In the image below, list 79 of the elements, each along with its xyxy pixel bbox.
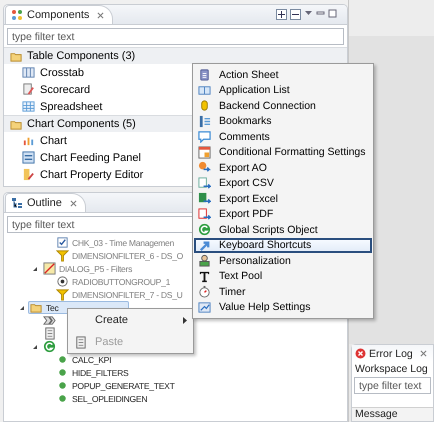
menu-item[interactable]: Backend Connection — [194, 98, 372, 114]
radio-icon — [56, 275, 69, 288]
filter-field[interactable]: type filter text — [354, 377, 431, 394]
workspace-log-label: Workspace Log — [354, 362, 429, 376]
grid-cols-icon — [22, 66, 35, 79]
component-item[interactable]: Chart Property Editor — [4, 166, 144, 183]
expand-arrow-icon[interactable] — [32, 344, 38, 350]
outline-tab[interactable]: Outline — [5, 193, 86, 212]
error-log-tab[interactable]: Error Log — [352, 345, 433, 362]
menu-item[interactable]: Export CSV — [194, 176, 372, 191]
close-icon[interactable] — [97, 12, 104, 18]
close-icon[interactable] — [420, 350, 427, 357]
checkbox-icon — [56, 236, 69, 249]
funnel-icon — [56, 249, 69, 262]
bubble-icon — [198, 130, 211, 144]
component-item[interactable]: Crosstab — [4, 64, 84, 81]
components-tab[interactable]: Components — [5, 5, 114, 24]
column-header[interactable]: Message — [352, 407, 433, 421]
tree-item[interactable]: RADIOBUTTONGROUP_1 — [54, 275, 172, 288]
error-icon — [355, 348, 366, 359]
menu-item[interactable]: Action Sheet — [194, 67, 372, 82]
expand-all-button[interactable] — [276, 9, 287, 20]
shortcut-icon — [198, 238, 211, 252]
person-icon — [198, 254, 211, 268]
component-item[interactable]: Chart Feeding Panel — [4, 149, 141, 166]
filter-field[interactable]: type filter text — [7, 28, 344, 45]
dialog-icon — [43, 262, 56, 275]
collapse-all-button[interactable] — [290, 9, 301, 20]
menu-item[interactable]: Personalization — [194, 253, 372, 268]
menu-item[interactable]: Comments — [194, 129, 372, 144]
group-header[interactable]: Table Components (3) — [4, 47, 347, 64]
component-item[interactable]: Scorecard — [4, 81, 90, 98]
table-icon — [198, 146, 211, 159]
menu-item[interactable]: Text Pool — [194, 268, 372, 284]
tree-item[interactable]: POPUP_GENERATE_TEXT — [54, 379, 177, 392]
clipboard-icon — [198, 68, 211, 82]
palette-icon — [11, 9, 23, 21]
letter-t-icon — [198, 270, 211, 283]
tree-item[interactable]: CHK_03 - Time Managemen — [54, 236, 176, 249]
close-icon[interactable] — [70, 200, 77, 206]
tree-item[interactable]: DIALOG_P5 - Filters — [41, 262, 134, 275]
global-icon — [198, 223, 211, 236]
book-icon — [198, 84, 211, 97]
tree-item[interactable]: DIMENSIONFILTER_7 - DS_U — [54, 288, 185, 301]
document-icon — [43, 327, 56, 340]
tree-item[interactable] — [41, 314, 58, 327]
menu-item[interactable]: Export AO — [194, 160, 372, 176]
menu-item[interactable]: Conditional Formatting Settings — [194, 144, 372, 160]
help-icon — [198, 300, 211, 314]
plus-icon — [278, 11, 285, 18]
component-item[interactable]: Spreadsheet — [4, 98, 102, 115]
export-pdf-icon — [198, 208, 211, 221]
grid-icon — [22, 100, 35, 113]
expand-arrow-icon[interactable] — [19, 304, 25, 310]
editor-icon — [22, 168, 35, 181]
global-icon — [43, 340, 56, 353]
outline-icon — [11, 197, 23, 209]
tree-item[interactable]: SEL_OPLEIDINGEN — [54, 392, 150, 405]
minus-icon — [292, 11, 299, 18]
menu-item[interactable]: Export Excel — [194, 191, 372, 206]
paste-icon — [74, 336, 86, 348]
bookmarks-icon — [198, 114, 211, 128]
menu-item[interactable]: Application List — [194, 82, 372, 98]
menu-item[interactable]: Value Help Settings — [194, 300, 372, 315]
menu-item[interactable]: Timer — [194, 284, 372, 300]
menu-item[interactable]: Keyboard Shortcuts — [194, 238, 372, 253]
export-csv-icon — [198, 176, 211, 190]
tree-item[interactable]: DIMENSIONFILTER_6 - DS_O — [54, 249, 186, 262]
expand-arrow-icon[interactable] — [32, 266, 38, 272]
tree-item[interactable]: CALC_KPI — [54, 353, 114, 366]
panel-icon — [22, 151, 35, 164]
component-item[interactable]: Chart — [4, 132, 67, 149]
export-ao-icon — [198, 161, 211, 174]
export-excel-icon — [198, 192, 211, 206]
stopwatch-icon — [198, 285, 211, 298]
maximize-icon[interactable] — [328, 9, 337, 18]
tree-item[interactable]: HIDE_FILTERS — [54, 366, 130, 379]
script-icon — [43, 314, 56, 327]
scorecard-icon — [22, 83, 35, 96]
